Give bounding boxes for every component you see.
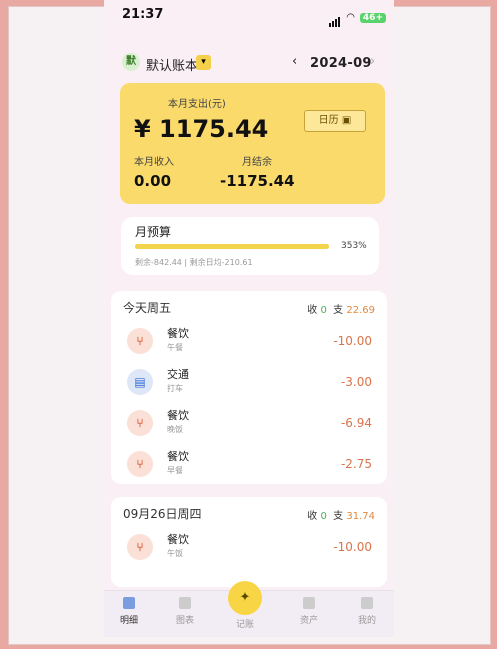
day-group: 09月26日周四 收 0 支 31.74 ⑂ 餐饮 午饭 -10.00: [111, 497, 387, 587]
day-income-label: 收: [307, 511, 318, 522]
transaction-row[interactable]: ⑂ 餐饮 晚饭 -6.94: [111, 403, 387, 444]
signal-icon: [329, 8, 341, 27]
income-value: 0.00: [134, 172, 172, 190]
budget-progress-bar: [135, 244, 329, 249]
day-summary: 收 0 支 31.74: [307, 507, 375, 522]
tab-label: 我的: [357, 616, 376, 626]
wifi-icon: ◠: [346, 12, 355, 23]
utensils-icon: ⑂: [127, 410, 153, 436]
day-title: 09月26日周四: [123, 507, 202, 521]
day-header: 09月26日周四 收 0 支 31.74: [111, 497, 387, 527]
transaction-category: 餐饮: [167, 327, 189, 340]
balance-value: -1175.44: [220, 172, 295, 190]
expense-amount: ¥ 1175.44: [134, 115, 269, 143]
balance-label: 月结余: [242, 157, 272, 168]
chart-icon: [179, 597, 191, 609]
transaction-amount: -6.94: [340, 416, 372, 430]
transaction-note: 打车: [167, 384, 183, 393]
wallet-icon: [303, 597, 315, 609]
day-title: 今天周五: [123, 301, 172, 315]
day-expense: 31.74: [346, 511, 375, 522]
utensils-icon: ⑂: [127, 534, 153, 560]
day-expense: 22.69: [346, 305, 375, 316]
transaction-amount: -3.00: [340, 375, 372, 389]
status-bar: 21:37 ◠ 46+: [104, 0, 394, 30]
transaction-amount: -10.00: [333, 540, 372, 554]
day-header: 今天周五 收 0 支 22.69: [111, 291, 387, 321]
transaction-category: 餐饮: [167, 533, 189, 546]
transaction-amount: -2.75: [340, 457, 372, 471]
calendar-button[interactable]: 日历 ▣: [304, 110, 366, 132]
budget-progress-fill: [135, 244, 329, 249]
status-icons: ◠ 46+: [329, 8, 386, 27]
tab-charts[interactable]: 图表: [160, 597, 210, 626]
budget-percent: 353%: [341, 241, 367, 251]
expense-label: 本月支出(元): [168, 99, 226, 110]
transaction-row[interactable]: ⑂ 餐饮 午餐 -10.00: [111, 321, 387, 362]
budget-detail: 剩余-842.44 | 剩余日均-210.61: [135, 258, 253, 267]
chevron-down-icon[interactable]: ▾: [196, 55, 211, 70]
add-record-button[interactable]: ✦: [228, 581, 262, 615]
chevron-left-icon[interactable]: ‹: [292, 54, 297, 69]
day-summary: 收 0 支 22.69: [307, 301, 375, 316]
transaction-note: 午饭: [167, 549, 183, 558]
tab-assets[interactable]: 资产: [284, 597, 334, 626]
phone-screen: 21:37 ◠ 46+ 默 默认账本 ▾ ‹ 2024-09 › 本月支出(元)…: [104, 0, 394, 637]
transaction-category: 交通: [167, 368, 189, 381]
ledger-header: 默 默认账本 ▾ ‹ 2024-09 ›: [104, 48, 394, 76]
tab-profile[interactable]: 我的: [342, 597, 392, 626]
transaction-note: 早餐: [167, 466, 183, 475]
tab-label: 记账: [235, 620, 254, 630]
battery-icon: 46+: [359, 12, 386, 23]
book-selector[interactable]: 默认账本: [146, 55, 198, 74]
day-expense-label: 支: [333, 511, 344, 522]
income-label: 本月收入: [134, 157, 174, 168]
bottom-tab-bar: 明细 图表 ✦ 记账 资产 我的: [104, 581, 394, 637]
status-time: 21:37: [122, 7, 164, 22]
month-label[interactable]: 2024-09: [310, 56, 372, 71]
day-group: 今天周五 收 0 支 22.69 ⑂ 餐饮 午餐 -10.00 ▤ 交通 打车 …: [111, 291, 387, 484]
utensils-icon: ⑂: [127, 451, 153, 477]
day-income: 0: [320, 305, 327, 316]
day-income: 0: [320, 511, 327, 522]
day-income-label: 收: [307, 305, 318, 316]
tab-label: 资产: [299, 616, 318, 626]
transaction-row[interactable]: ⑂ 餐饮 午饭 -10.00: [111, 527, 387, 568]
bus-icon: ▤: [127, 369, 153, 395]
transaction-amount: -10.00: [333, 334, 372, 348]
transaction-category: 餐饮: [167, 450, 189, 463]
tab-details[interactable]: 明细: [104, 597, 154, 626]
tab-label: 明细: [119, 616, 138, 626]
budget-title: 月预算: [135, 225, 172, 239]
calendar-icon: ▣: [341, 115, 352, 126]
book-avatar: 默: [122, 53, 140, 71]
list-icon: [123, 597, 135, 609]
chevron-right-icon[interactable]: ›: [370, 54, 375, 69]
transaction-category: 餐饮: [167, 409, 189, 422]
monthly-summary-card: 本月支出(元) ¥ 1175.44 日历 ▣ 本月收入 月结余 0.00 -11…: [120, 83, 385, 204]
day-expense-label: 支: [333, 305, 344, 316]
tab-label: 图表: [175, 616, 194, 626]
user-icon: [361, 597, 373, 609]
transaction-row[interactable]: ⑂ 餐饮 早餐 -2.75: [111, 444, 387, 484]
transaction-row[interactable]: ▤ 交通 打车 -3.00: [111, 362, 387, 403]
calendar-button-label: 日历: [318, 115, 339, 126]
utensils-icon: ⑂: [127, 328, 153, 354]
budget-card[interactable]: 月预算 353% 剩余-842.44 | 剩余日均-210.61: [121, 217, 379, 275]
transaction-note: 午餐: [167, 343, 183, 352]
transaction-note: 晚饭: [167, 425, 183, 434]
